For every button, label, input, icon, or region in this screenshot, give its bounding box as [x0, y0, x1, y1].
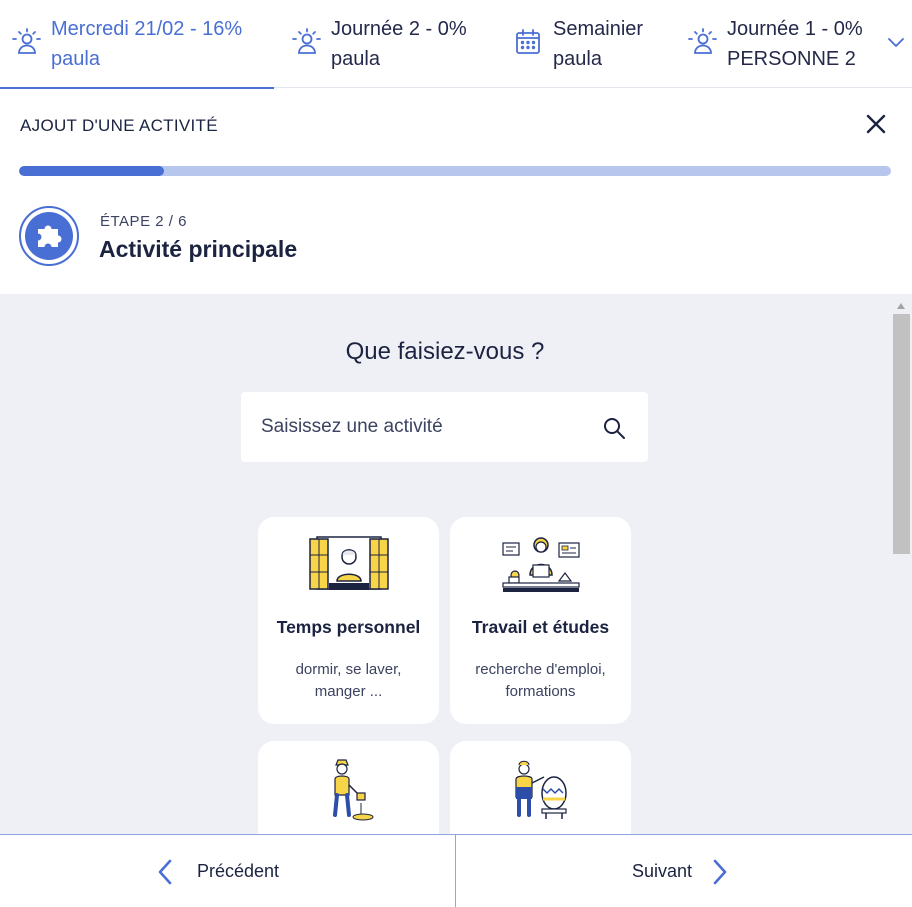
progress-bar: [19, 166, 891, 176]
step-label: ÉTAPE 2 / 6: [100, 213, 187, 230]
card-title: Temps personnel: [276, 617, 421, 637]
tab-semainier-person: paula: [553, 48, 602, 70]
tab-journee-1-person: PERSONNE 2: [727, 48, 856, 70]
card-description: recherche d'emploi, formations: [462, 659, 619, 703]
card-description: dormir, se laver, manger ...: [270, 659, 427, 703]
activity-panel: Que faisiez-vous ? Temps personnel dormi…: [0, 294, 912, 834]
tab-journee-1-title: Journée 1 - 0%: [727, 18, 863, 40]
tab-journee-2[interactable]: Journée 2 - 0% paula: [290, 0, 500, 88]
tab-semainier[interactable]: Semainier paula: [512, 0, 682, 88]
tab-journee-2-label: Journée 2 - 0% paula: [331, 14, 467, 74]
card-description-line: dormir, se laver,: [295, 661, 402, 678]
card-title: Travail et études: [471, 617, 610, 637]
search-icon[interactable]: [602, 416, 626, 440]
close-icon[interactable]: [862, 110, 890, 138]
tab-journee-1[interactable]: Journée 1 - 0% PERSONNE 2: [686, 0, 886, 88]
tab-mercredi-person: paula: [51, 48, 100, 70]
wizard-footer: Précédent Suivant: [0, 834, 912, 907]
step-title: Activité principale: [99, 236, 298, 262]
tab-semainier-label: Semainier paula: [553, 14, 643, 74]
day-tabs: Mercredi 21/02 - 16% paula Journée 2 - 0…: [0, 0, 912, 89]
category-card-temps-personnel[interactable]: Temps personnel dormir, se laver, manger…: [258, 517, 439, 724]
category-card-gardening[interactable]: [258, 741, 439, 834]
puzzle-icon: [19, 206, 79, 266]
chevron-down-icon[interactable]: [884, 30, 908, 54]
next-label: Suivant: [632, 861, 693, 881]
previous-label: Précédent: [197, 861, 280, 881]
search-box: [241, 392, 648, 462]
tab-journee-2-title: Journée 2 - 0%: [331, 18, 467, 40]
category-card-travail-etudes[interactable]: Travail et études recherche d'emploi, fo…: [450, 517, 631, 724]
window-person-illustration: [308, 536, 389, 590]
gardener-illustration: [332, 759, 373, 821]
person-sun-icon: [688, 28, 717, 54]
tab-mercredi-label: Mercredi 21/02 - 16% paula: [51, 14, 242, 74]
calendar-icon: [516, 29, 540, 54]
tab-journee-1-label: Journée 1 - 0% PERSONNE 2: [727, 14, 863, 74]
person-sun-icon: [12, 28, 41, 54]
tab-semainier-title: Semainier: [553, 18, 644, 40]
tab-journee-2-person: paula: [331, 48, 380, 70]
card-description-line: manger ...: [314, 683, 383, 700]
next-button[interactable]: Suivant: [632, 835, 730, 907]
search-input[interactable]: [261, 416, 581, 438]
tab-mercredi[interactable]: Mercredi 21/02 - 16% paula: [0, 0, 274, 89]
card-description-line: recherche d'emploi,: [475, 661, 606, 678]
progress-fill: [19, 166, 164, 176]
person-sun-icon: [292, 28, 321, 54]
scrollbar-thumb[interactable]: [893, 314, 910, 554]
chevron-right-icon: [713, 859, 727, 884]
chevron-left-icon: [158, 859, 172, 884]
previous-button[interactable]: Précédent: [155, 835, 279, 907]
page-title: AJOUT D'UNE ACTIVITÉ: [20, 116, 218, 135]
card-description-line: formations: [505, 683, 576, 700]
scroll-up-arrow-icon[interactable]: [896, 302, 906, 310]
tab-mercredi-title: Mercredi 21/02 - 16%: [51, 18, 243, 40]
footer-divider: [455, 835, 456, 907]
question-heading: Que faisiez-vous ?: [345, 338, 545, 365]
category-card-leisure[interactable]: [450, 741, 631, 834]
desk-worker-illustration: [501, 537, 580, 592]
egg-painter-illustration: [514, 760, 567, 819]
